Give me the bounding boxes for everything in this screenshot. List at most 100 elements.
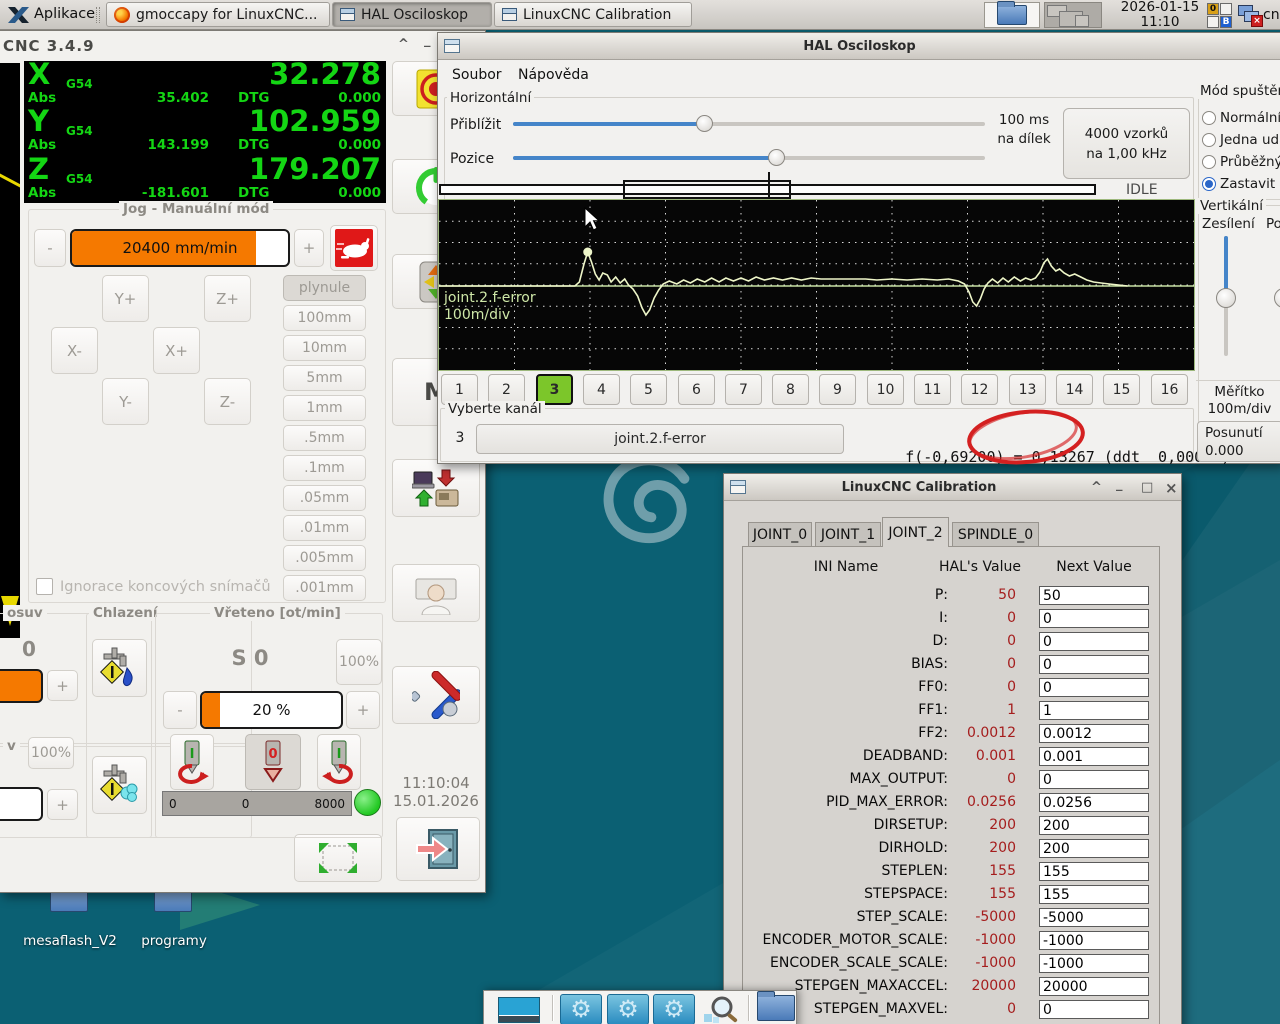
- zoom-slider[interactable]: [513, 115, 985, 133]
- tab-SPINDLE_0[interactable]: SPINDLE_0: [952, 522, 1039, 547]
- param-next-value-input[interactable]: [1039, 977, 1149, 996]
- zoom-slider-thumb[interactable]: [696, 115, 713, 132]
- increment-button-10mm[interactable]: 10mm: [283, 335, 366, 361]
- channel-button-7[interactable]: 7: [725, 374, 762, 405]
- param-next-value-input[interactable]: [1039, 908, 1149, 927]
- channel-button-5[interactable]: 5: [630, 374, 667, 405]
- channel-button-12[interactable]: 12: [961, 374, 998, 405]
- file-manager-button[interactable]: [984, 2, 1040, 28]
- minimize-button[interactable]: _: [1116, 477, 1123, 492]
- rapid-override-bar[interactable]: [0, 787, 43, 821]
- taskbar-task-3[interactable]: LinuxCNC Calibration: [494, 2, 692, 27]
- rapid-percent-button[interactable]: 100%: [28, 737, 74, 769]
- feed-plus-button[interactable]: +: [47, 670, 78, 701]
- param-next-value-input[interactable]: [1039, 885, 1149, 904]
- pager-cell-2[interactable]: [1220, 3, 1232, 15]
- channel-signal-button[interactable]: joint.2.f-error: [476, 424, 844, 454]
- increment-button-.5mm[interactable]: .5mm: [283, 425, 366, 451]
- rapid-jog-button[interactable]: [330, 225, 378, 271]
- shade-button[interactable]: ^: [398, 37, 409, 52]
- increment-button-5mm[interactable]: 5mm: [283, 365, 366, 391]
- param-next-value-input[interactable]: [1039, 678, 1149, 697]
- spindle-override-bar[interactable]: 20 %: [200, 691, 343, 729]
- jog-button-Z+[interactable]: Z+: [204, 275, 251, 322]
- param-next-value-input[interactable]: [1039, 655, 1149, 674]
- workspace-switcher[interactable]: [1044, 2, 1102, 28]
- param-next-value-input[interactable]: [1039, 839, 1149, 858]
- param-next-value-input[interactable]: [1039, 586, 1149, 605]
- channel-button-6[interactable]: 6: [678, 374, 715, 405]
- tool-change-button[interactable]: [392, 459, 480, 517]
- coolant-flood-button[interactable]: [92, 639, 147, 697]
- settings-gear-icon-2[interactable]: ⚙: [607, 994, 649, 1024]
- channel-button-4[interactable]: 4: [583, 374, 620, 405]
- channel-button-9[interactable]: 9: [819, 374, 856, 405]
- increment-button-.01mm[interactable]: .01mm: [283, 515, 366, 541]
- workspace-pager[interactable]: 0B: [1207, 3, 1232, 28]
- spindle-stop-button[interactable]: 0: [245, 734, 301, 790]
- network-tray-icon[interactable]: ×: [1236, 3, 1266, 28]
- channel-button-8[interactable]: 8: [772, 374, 809, 405]
- app-menu-logo[interactable]: [7, 4, 30, 26]
- increment-button-.005mm[interactable]: .005mm: [283, 545, 366, 571]
- scope-display[interactable]: joint.2.f-error 100m/div: [438, 199, 1195, 371]
- channel-button-16[interactable]: 16: [1151, 374, 1188, 405]
- param-next-value-input[interactable]: [1039, 793, 1149, 812]
- folder-icon[interactable]: [757, 995, 795, 1021]
- trigger-radio-Průběžný[interactable]: [1202, 155, 1216, 169]
- jog-speed-minus-button[interactable]: -: [34, 229, 66, 267]
- increment-button-.1mm[interactable]: .1mm: [283, 455, 366, 481]
- param-next-value-input[interactable]: [1039, 701, 1149, 720]
- jog-button-Y+[interactable]: Y+: [102, 275, 149, 322]
- param-next-value-input[interactable]: [1039, 954, 1149, 973]
- close-button[interactable]: ×: [1165, 479, 1178, 497]
- shade-button[interactable]: ^: [1091, 480, 1102, 495]
- jog-button-Z-[interactable]: Z-: [204, 378, 251, 425]
- spindle-minus-button[interactable]: -: [163, 691, 197, 729]
- param-next-value-input[interactable]: [1039, 770, 1149, 789]
- settings-gear-icon-1[interactable]: ⚙: [560, 994, 602, 1024]
- increment-button-1mm[interactable]: 1mm: [283, 395, 366, 421]
- position-slider-thumb[interactable]: [768, 149, 785, 166]
- gain-slider[interactable]: [1215, 236, 1237, 356]
- timeline-view-box[interactable]: [623, 180, 791, 199]
- param-next-value-input[interactable]: [1039, 862, 1149, 881]
- tab-JOINT_0[interactable]: JOINT_0: [748, 522, 812, 547]
- app-menu-label[interactable]: Aplikace: [34, 6, 95, 22]
- tab-JOINT_1[interactable]: JOINT_1: [815, 522, 881, 547]
- taskbar-task-1[interactable]: gmoccapy for LinuxCNC...: [106, 2, 330, 27]
- display-settings-icon[interactable]: [498, 997, 540, 1023]
- samples-button[interactable]: 4000 vzorků na 1,00 kHz: [1063, 108, 1190, 179]
- exit-button[interactable]: [396, 817, 480, 881]
- channel-button-14[interactable]: 14: [1056, 374, 1093, 405]
- param-next-value-input[interactable]: [1039, 609, 1149, 628]
- jog-button-X-[interactable]: X-: [51, 327, 98, 374]
- param-next-value-input[interactable]: [1039, 747, 1149, 766]
- param-next-value-input[interactable]: [1039, 816, 1149, 835]
- gain-slider-thumb[interactable]: [1216, 288, 1236, 308]
- increment-button-.001mm[interactable]: .001mm: [283, 575, 366, 601]
- spindle-left-button[interactable]: I: [170, 734, 214, 790]
- offset-button[interactable]: Posunutí 0.000: [1197, 421, 1280, 462]
- param-next-value-input[interactable]: [1039, 931, 1149, 950]
- jog-speed-bar[interactable]: 20400 mm/min: [70, 229, 290, 267]
- coolant-mist-button[interactable]: [92, 756, 147, 814]
- operator-settings-button[interactable]: [392, 564, 480, 622]
- trigger-radio-Jedna udá[interactable]: [1202, 133, 1216, 147]
- channel-button-13[interactable]: 13: [1009, 374, 1046, 405]
- calibration-titlebar[interactable]: LinuxCNC Calibration ^ _ □ ×: [724, 474, 1181, 501]
- channel-button-11[interactable]: 11: [914, 374, 951, 405]
- settings-tools-button[interactable]: [392, 666, 480, 724]
- param-next-value-input[interactable]: [1039, 724, 1149, 743]
- pager-cell-3[interactable]: [1207, 16, 1219, 28]
- jog-button-Y-[interactable]: Y-: [102, 378, 149, 425]
- channel-button-15[interactable]: 15: [1103, 374, 1140, 405]
- jog-button-X+[interactable]: X+: [153, 327, 200, 374]
- param-next-value-input[interactable]: [1039, 632, 1149, 651]
- limit-override-checkbox[interactable]: [36, 578, 53, 595]
- oscilloscope-titlebar[interactable]: HAL Osciloskop: [438, 33, 1280, 60]
- trigger-radio-Zastavit[interactable]: [1202, 177, 1216, 191]
- search-magnifier-icon[interactable]: [700, 994, 742, 1024]
- jog-speed-plus-button[interactable]: +: [294, 229, 324, 267]
- fullscreen-button[interactable]: [294, 834, 382, 882]
